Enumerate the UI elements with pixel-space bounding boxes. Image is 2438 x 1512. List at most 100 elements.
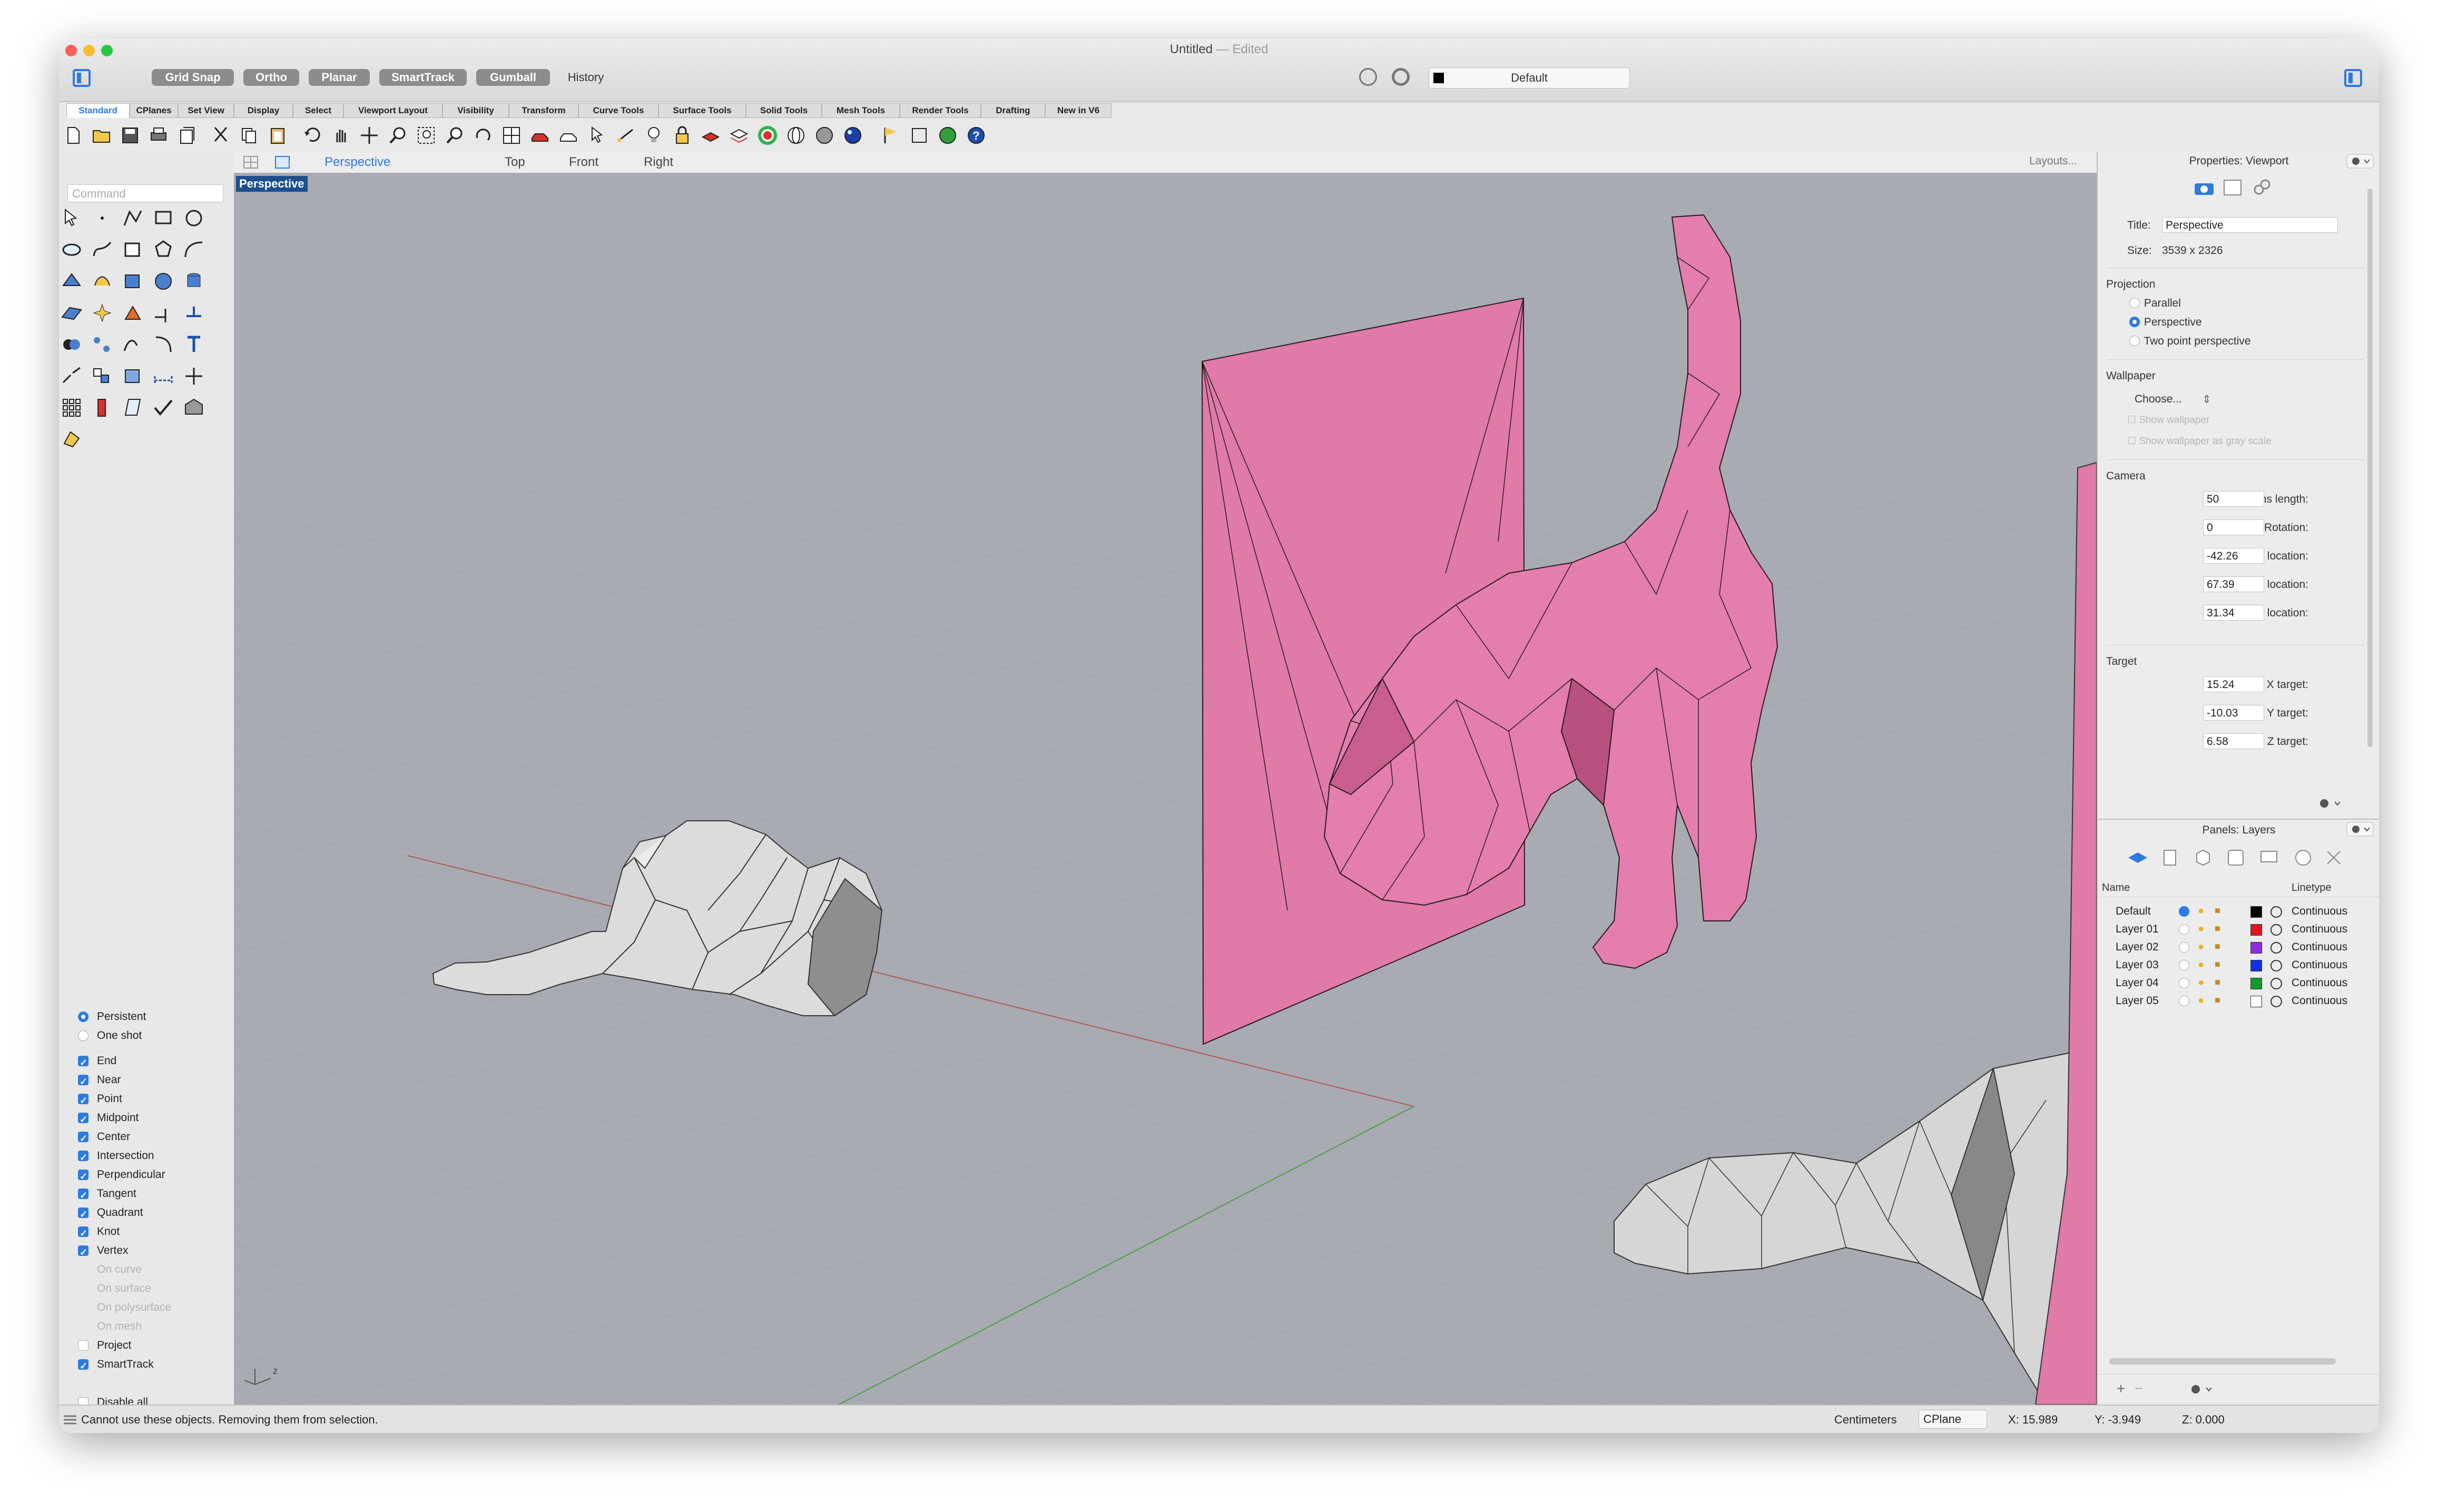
flag-icon[interactable] bbox=[881, 125, 901, 145]
current-layer-radio[interactable] bbox=[2179, 978, 2189, 988]
ellipse-icon[interactable] bbox=[60, 238, 83, 261]
checkbox[interactable] bbox=[78, 1054, 89, 1071]
x-target-field[interactable]: 15.24 bbox=[2203, 676, 2264, 692]
print-icon[interactable] bbox=[149, 125, 169, 145]
zoom-extents-icon[interactable] bbox=[445, 125, 465, 145]
y-location-field[interactable]: 67.39 bbox=[2203, 576, 2264, 592]
target-gear-icon[interactable] bbox=[2315, 797, 2346, 810]
tab-drafting[interactable]: Drafting bbox=[981, 103, 1045, 118]
color-wheel-icon[interactable] bbox=[758, 125, 778, 145]
status-circle-icon[interactable] bbox=[938, 125, 958, 145]
lock-icon[interactable]: ■ bbox=[2215, 941, 2220, 952]
paint-bucket-icon[interactable] bbox=[60, 428, 83, 451]
distance-icon[interactable] bbox=[615, 125, 635, 145]
layer-row[interactable]: Layer 05 ● ■ Continuous bbox=[2098, 993, 2379, 1010]
edit-layers-icon[interactable] bbox=[729, 125, 749, 145]
current-layer-radio[interactable] bbox=[2179, 924, 2189, 935]
lock-icon[interactable]: ■ bbox=[2215, 959, 2220, 970]
point-icon[interactable] bbox=[91, 207, 114, 230]
add-layer-button[interactable]: + bbox=[2117, 1380, 2125, 1397]
tab-surface-tools[interactable]: Surface Tools bbox=[658, 103, 746, 118]
layers-gear-icon[interactable] bbox=[2346, 822, 2374, 837]
history-button[interactable]: History bbox=[559, 69, 612, 86]
tab-cplanes[interactable]: CPlanes bbox=[130, 103, 178, 118]
layer-icon[interactable] bbox=[701, 125, 721, 145]
cube-icon[interactable] bbox=[121, 270, 144, 293]
rotation-field[interactable]: 0 bbox=[2203, 519, 2264, 535]
radio-button[interactable] bbox=[2129, 298, 2140, 309]
layer-color-swatch[interactable] bbox=[2250, 960, 2262, 971]
group-icon[interactable] bbox=[91, 365, 114, 388]
lock-icon[interactable]: ■ bbox=[2215, 923, 2220, 934]
arc-icon[interactable] bbox=[182, 238, 205, 261]
help-icon[interactable]: ? bbox=[966, 125, 986, 145]
y-target-field[interactable]: -10.03 bbox=[2203, 705, 2264, 721]
show-wallpaper-gray-checkbox[interactable]: ☐ Show wallpaper as gray scale bbox=[2127, 435, 2272, 447]
units-label[interactable]: Centimeters bbox=[1834, 1413, 1897, 1427]
z-target-field[interactable]: 6.58 bbox=[2203, 733, 2264, 749]
hatch-icon[interactable] bbox=[91, 396, 114, 419]
light-bulb-icon[interactable]: ● bbox=[2198, 959, 2204, 971]
zoom-icon[interactable] bbox=[388, 125, 408, 145]
osnap-target-icon[interactable] bbox=[1392, 68, 1410, 86]
grid-snap-button[interactable]: Grid Snap bbox=[152, 69, 234, 86]
chevron-updown-icon[interactable]: ⇕ bbox=[2202, 393, 2211, 406]
perspective-viewport[interactable]: z Perspective bbox=[234, 173, 2097, 1405]
polyline-icon[interactable] bbox=[121, 207, 144, 230]
gumball-icon[interactable] bbox=[182, 365, 205, 388]
viewport-camera-icon[interactable] bbox=[2193, 178, 2216, 197]
checkbox[interactable] bbox=[78, 1187, 89, 1204]
layer-row[interactable]: Layer 03 ● ■ Continuous bbox=[2098, 957, 2379, 975]
rotate-view-icon[interactable] bbox=[473, 125, 493, 145]
layer-row[interactable]: Layer 01 ● ■ Continuous bbox=[2098, 921, 2379, 939]
layer-color-swatch[interactable] bbox=[2250, 996, 2262, 1007]
smarttrack-button[interactable]: SmartTrack bbox=[379, 69, 467, 86]
block-icon[interactable] bbox=[182, 396, 205, 419]
light-bulb-icon[interactable]: ● bbox=[2198, 977, 2204, 989]
circle-icon[interactable] bbox=[182, 207, 205, 230]
new-file-icon[interactable] bbox=[63, 125, 83, 145]
command-input[interactable]: Command bbox=[67, 184, 223, 202]
viewport-tab-top[interactable]: Top bbox=[505, 155, 525, 170]
cut-icon[interactable] bbox=[211, 125, 231, 145]
layouts-button[interactable]: Layouts... bbox=[2029, 155, 2077, 168]
layer-row[interactable]: Default ● ■ Continuous bbox=[2098, 903, 2379, 921]
checkbox[interactable] bbox=[78, 1206, 89, 1223]
current-layer-radio[interactable] bbox=[2179, 996, 2189, 1006]
layer-row[interactable]: Layer 02 ● ■ Continuous bbox=[2098, 939, 2379, 957]
checkbox[interactable] bbox=[78, 1111, 89, 1128]
checkbox[interactable] bbox=[78, 1358, 89, 1374]
x-location-field[interactable]: -42.26 bbox=[2203, 548, 2264, 564]
grid-layout-icon[interactable] bbox=[243, 156, 258, 169]
lens-length-field[interactable]: 50 bbox=[2203, 491, 2264, 507]
sweep-icon[interactable] bbox=[91, 270, 114, 293]
lock-icon[interactable]: ■ bbox=[2215, 977, 2220, 988]
command-history-icon[interactable] bbox=[62, 1414, 78, 1426]
tab-curve-tools[interactable]: Curve Tools bbox=[578, 103, 658, 118]
cylinder-icon[interactable] bbox=[182, 270, 205, 293]
select-tool-icon[interactable] bbox=[587, 125, 607, 145]
current-layer-radio[interactable] bbox=[2179, 942, 2189, 953]
tab-set-view[interactable]: Set View bbox=[178, 103, 234, 118]
viewport-title-field[interactable]: Perspective bbox=[2162, 217, 2338, 233]
gumball-button[interactable]: Gumball bbox=[476, 69, 550, 86]
single-viewport-icon[interactable] bbox=[275, 156, 290, 169]
checkbox[interactable] bbox=[78, 1073, 89, 1090]
light-bulb-icon[interactable]: ● bbox=[2198, 923, 2204, 935]
checkbox[interactable] bbox=[78, 1168, 89, 1185]
checkbox[interactable] bbox=[78, 1225, 89, 1242]
explode-icon[interactable] bbox=[91, 301, 114, 325]
tab-transform[interactable]: Transform bbox=[509, 103, 578, 118]
pan-hand-icon[interactable] bbox=[331, 125, 351, 145]
projection-two-point-perspective[interactable]: Two point perspective bbox=[2129, 335, 2251, 348]
paste-icon[interactable] bbox=[268, 125, 288, 145]
open-folder-icon[interactable] bbox=[92, 125, 112, 145]
material-circle-icon[interactable] bbox=[2270, 960, 2282, 971]
mesh-plane-icon[interactable] bbox=[60, 301, 83, 325]
checkbox[interactable] bbox=[78, 1092, 89, 1109]
checkbox[interactable] bbox=[78, 1149, 89, 1166]
tab-mesh-tools[interactable]: Mesh Tools bbox=[822, 103, 900, 118]
material-circle-icon[interactable] bbox=[2270, 942, 2282, 954]
radio-button[interactable] bbox=[78, 1030, 89, 1041]
lock-icon[interactable]: ■ bbox=[2215, 995, 2220, 1006]
